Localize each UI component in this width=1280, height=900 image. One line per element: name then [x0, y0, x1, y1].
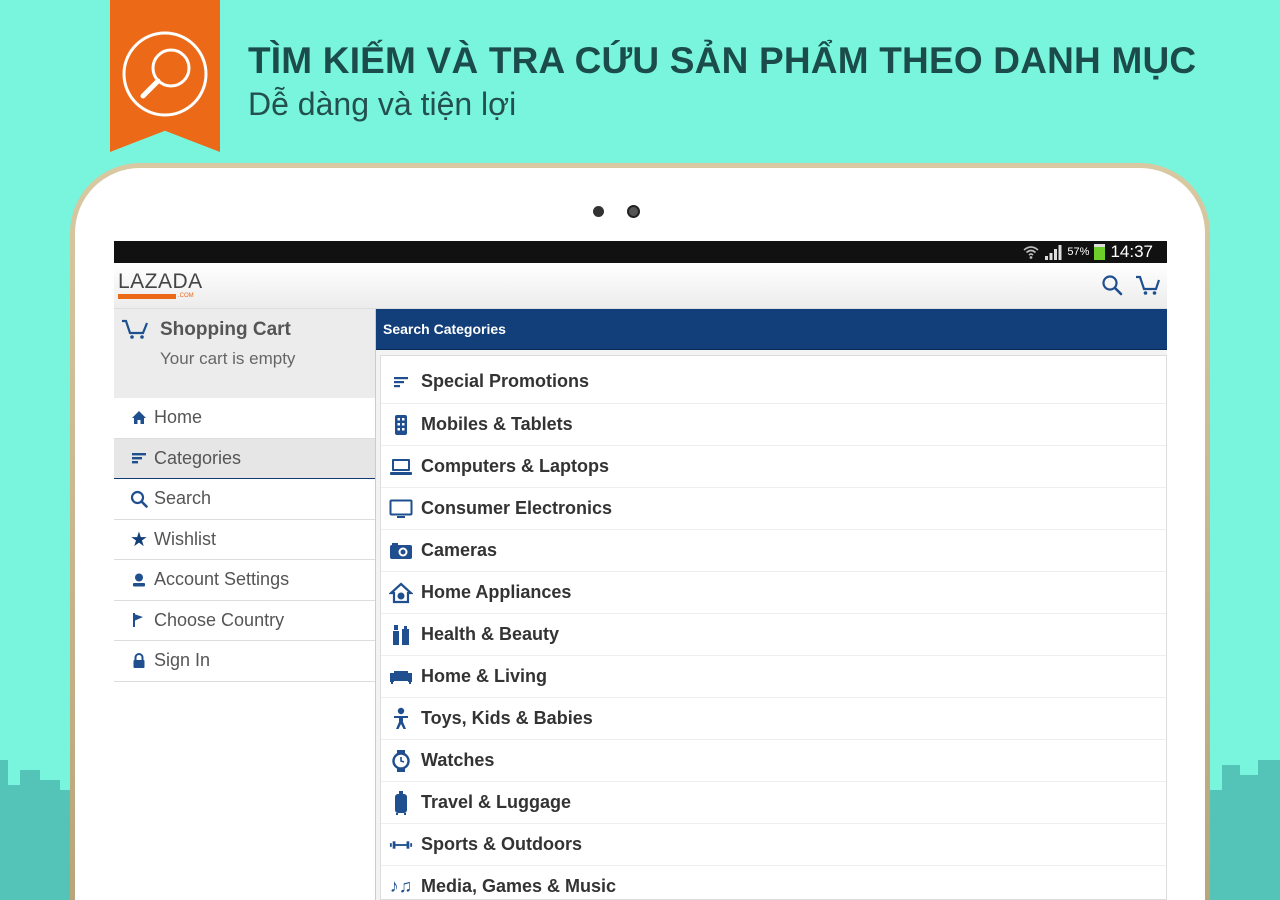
category-health-beauty[interactable]: Health & Beauty [381, 614, 1166, 656]
star-icon: ★ [130, 528, 148, 551]
category-computers-laptops[interactable]: Computers & Laptops [381, 446, 1166, 488]
watch-icon [389, 749, 413, 773]
wifi-icon [1023, 246, 1039, 259]
category-label: Home Appliances [421, 582, 572, 602]
category-label: Home & Living [421, 666, 548, 686]
search-icon[interactable] [1101, 274, 1123, 296]
user-icon [130, 571, 148, 589]
status-bar: 57% 14:37 [114, 241, 1167, 263]
category-sports-outdoors[interactable]: Sports & Outdoors [381, 824, 1166, 866]
home-appliance-icon [389, 581, 413, 605]
category-label: Health & Beauty [421, 624, 560, 644]
nav-item-sign-in[interactable]: Sign In [114, 641, 375, 682]
flag-icon [130, 611, 148, 629]
nav-label: Choose Country [154, 609, 285, 630]
category-label: Computers & Laptops [421, 456, 610, 476]
category-list: Special Promotions Mobiles & Tablets Com… [380, 355, 1167, 900]
signal-icon [1045, 245, 1062, 260]
category-mobiles-tablets[interactable]: Mobiles & Tablets [381, 404, 1166, 446]
cart-icon[interactable] [1135, 274, 1161, 296]
category-label: Travel & Luggage [421, 792, 572, 812]
category-label: Consumer Electronics [421, 498, 613, 518]
category-label: Cameras [421, 540, 498, 560]
nav-item-categories[interactable]: Categories [114, 438, 375, 479]
cart-title: Shopping Cart [160, 319, 291, 340]
category-toys-kids-babies[interactable]: Toys, Kids & Babies [381, 698, 1166, 740]
laptop-icon [389, 455, 413, 479]
front-sensor [593, 206, 604, 217]
dumbbell-icon [389, 833, 413, 857]
nav-item-home[interactable]: Home [114, 398, 375, 439]
categories-panel: Search Categories Special Promotions Mob… [376, 309, 1167, 900]
app-bar: LAZADA .COM [114, 263, 1167, 309]
category-label: Mobiles & Tablets [421, 414, 573, 434]
cart-icon [122, 319, 149, 339]
category-media-games-music[interactable]: ♪♫ Media, Games & Music [381, 866, 1166, 900]
music-icon: ♪♫ [389, 876, 413, 896]
category-label: Media, Games & Music [421, 876, 617, 896]
cart-status: Your cart is empty [160, 349, 296, 368]
category-travel-luggage[interactable]: Travel & Luggage [381, 782, 1166, 824]
baby-icon [389, 707, 413, 731]
category-label: Special Promotions [421, 371, 590, 391]
nav-item-choose-country[interactable]: Choose Country [114, 601, 375, 641]
search-ribbon [110, 0, 220, 152]
banner-subline: Dễ dàng và tiện lợi [248, 86, 517, 122]
monitor-icon [389, 497, 413, 521]
sofa-icon [389, 665, 413, 689]
nav-label: Categories [154, 447, 242, 468]
lazada-logo[interactable]: LAZADA .COM [118, 271, 203, 299]
app-screen: 57% 14:37 LAZADA .COM Shopping Cart Your… [114, 241, 1167, 900]
nav-item-search[interactable]: Search [114, 479, 375, 520]
nav-label: Wishlist [154, 528, 216, 549]
camera-icon [389, 539, 413, 563]
banner-headline: TÌM KIẾM VÀ TRA CỨU SẢN PHẨM THEO DANH M… [248, 40, 1197, 81]
battery-percent: 57% [1067, 246, 1090, 258]
nav-label: Sign In [154, 650, 211, 671]
home-icon [130, 409, 148, 427]
navigation-drawer: Shopping Cart Your cart is empty Home Ca… [114, 309, 376, 900]
clock: 14:37 [1110, 242, 1153, 261]
promotions-icon [389, 370, 413, 394]
nav-item-wishlist[interactable]: ★ Wishlist [114, 520, 375, 560]
category-label: Toys, Kids & Babies [421, 708, 593, 728]
category-label: Watches [421, 750, 495, 770]
drawer-cart[interactable]: Shopping Cart Your cart is empty [114, 309, 375, 398]
logo-underline [118, 293, 176, 299]
category-cameras[interactable]: Cameras [381, 530, 1166, 572]
mobile-icon [389, 413, 413, 437]
lock-icon [130, 652, 148, 670]
category-watches[interactable]: Watches [381, 740, 1166, 782]
category-special-promotions[interactable]: Special Promotions [381, 356, 1166, 404]
category-consumer-electronics[interactable]: Consumer Electronics [381, 488, 1166, 530]
logo-text: LAZADA [118, 270, 203, 293]
nav-label: Account Settings [154, 569, 290, 590]
search-icon [130, 490, 148, 508]
beauty-icon [389, 623, 413, 647]
category-home-living[interactable]: Home & Living [381, 656, 1166, 698]
categories-header: Search Categories [376, 309, 1167, 350]
battery-icon [1094, 244, 1106, 260]
category-home-appliances[interactable]: Home Appliances [381, 572, 1166, 614]
luggage-icon [389, 790, 413, 815]
category-label: Sports & Outdoors [421, 834, 582, 854]
categories-icon [130, 449, 148, 467]
front-camera [627, 205, 640, 218]
nav-label: Home [154, 407, 203, 428]
magnifier-icon [122, 31, 208, 117]
nav-item-account-settings[interactable]: Account Settings [114, 560, 375, 601]
nav-label: Search [154, 488, 212, 509]
logo-suffix: .COM [178, 293, 194, 299]
